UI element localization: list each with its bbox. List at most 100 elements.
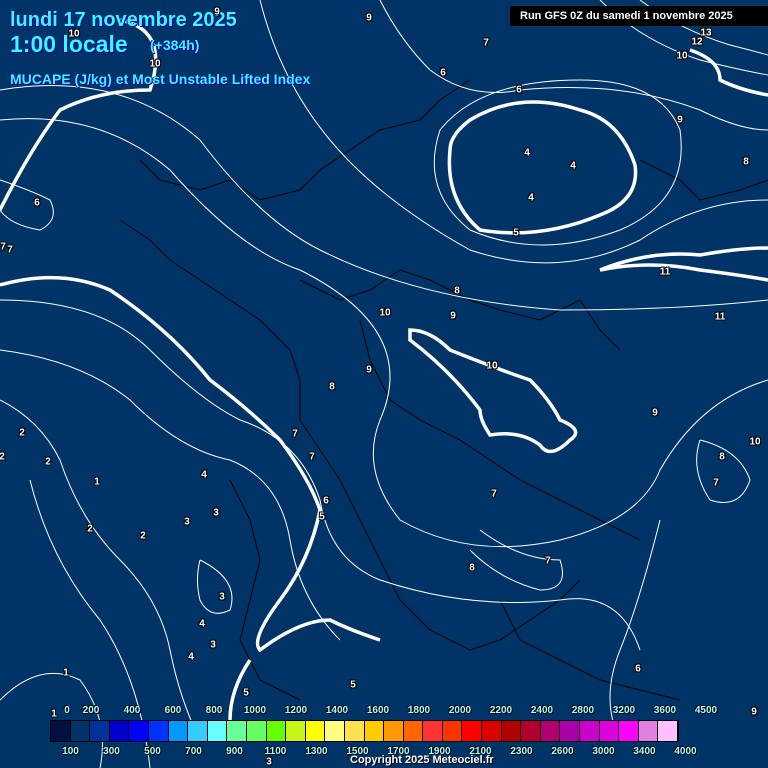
contour-label: 3	[213, 507, 219, 519]
contours-thin	[0, 0, 768, 768]
contour-label: 6	[516, 84, 522, 96]
contour-label: 3	[210, 639, 216, 651]
contour-label: 10	[486, 360, 498, 372]
contour-label: 9	[677, 114, 683, 126]
contour-label: 5	[513, 227, 519, 239]
contour-label: 4	[188, 651, 194, 663]
legend-swatch	[442, 721, 463, 741]
legend-swatch	[129, 721, 149, 741]
legend-label: 1800	[407, 705, 431, 716]
legend-swatch	[266, 721, 287, 741]
legend-label: 2600	[551, 746, 574, 757]
legend-label: 3600	[653, 705, 677, 716]
contour-label: 11	[714, 311, 726, 323]
legend-label: 1100	[264, 746, 287, 757]
contour-label: 8	[743, 156, 749, 168]
contour-label: 1	[94, 476, 100, 488]
weather-map	[0, 0, 768, 768]
legend-swatch	[540, 721, 561, 741]
legend-swatch	[227, 721, 247, 741]
contour-label: 8	[469, 562, 475, 574]
legend-swatch	[521, 721, 541, 741]
legend-swatch	[560, 721, 581, 741]
contour-label: 3	[184, 516, 190, 528]
legend-swatch	[286, 721, 306, 741]
contour-label: 9	[366, 12, 372, 24]
contour-label: 10	[68, 28, 80, 40]
legend-swatch	[51, 721, 71, 741]
legend-label: 1300	[305, 746, 328, 757]
contour-label: 3	[219, 591, 225, 603]
legend-swatch	[246, 721, 267, 741]
contour-label: 8	[719, 451, 725, 463]
run-info: Run GFS 0Z du samedi 1 novembre 2025	[510, 6, 768, 26]
contour-label: 4	[528, 192, 534, 204]
parameter-title: MUCAPE (J/kg) et Most Unstable Lifted In…	[10, 71, 311, 87]
legend-swatch	[619, 721, 639, 741]
legend-label: 1400	[325, 705, 349, 716]
legend-label: 3200	[612, 705, 636, 716]
legend-swatch	[599, 721, 620, 741]
legend-swatch	[384, 721, 404, 741]
legend-swatch	[638, 721, 659, 741]
legend-label: 400	[123, 705, 141, 716]
legend-label: 300	[103, 746, 120, 757]
contour-label: 10	[749, 436, 761, 448]
legend-swatch	[423, 721, 443, 741]
contours-thick	[0, 18, 768, 721]
legend-label: 2000	[448, 705, 472, 716]
legend-label: 200	[82, 705, 100, 716]
legend-swatch	[462, 721, 483, 741]
contour-label: 6	[34, 197, 40, 209]
legend-label: 0	[64, 705, 70, 716]
legend-label: 3400	[633, 746, 656, 757]
contour-label: 2	[0, 451, 5, 463]
legend-label: 4000	[674, 746, 697, 757]
legend-swatch	[344, 721, 365, 741]
contour-label: 8	[454, 285, 460, 297]
legend-label: 2800	[571, 705, 595, 716]
contour-label: 4	[570, 160, 576, 172]
contour-label: 6	[440, 67, 446, 79]
legend-swatch	[90, 721, 110, 741]
contour-label: 7	[545, 555, 551, 567]
contour-label: 3	[266, 756, 272, 768]
contour-label: 2	[45, 456, 51, 468]
contour-label: 5	[350, 679, 356, 691]
contour-label: 5	[243, 687, 249, 699]
legend-swatch	[109, 721, 130, 741]
contour-label: 12	[691, 36, 703, 48]
contour-label: 7	[309, 451, 315, 463]
legend-swatch	[325, 721, 345, 741]
copyright: Copyright 2025 Meteociel.fr	[350, 754, 494, 766]
legend-label: 1600	[366, 705, 390, 716]
legend-label: 1000	[243, 705, 267, 716]
legend-swatch	[168, 721, 189, 741]
legend-swatch	[501, 721, 522, 741]
contour-label: 9	[652, 407, 658, 419]
contour-label: 1	[51, 708, 57, 720]
contour-label: 5	[319, 511, 325, 523]
contour-label: 2	[140, 530, 146, 542]
contour-label: 6	[323, 495, 329, 507]
contour-label: 1	[63, 667, 69, 679]
contour-label: 6	[635, 663, 641, 675]
legend-label: 3000	[592, 746, 615, 757]
legend-label: 2300	[510, 746, 533, 757]
contour-label: 9	[751, 706, 757, 718]
legend-swatch	[658, 721, 678, 741]
legend-swatch	[403, 721, 424, 741]
legend-label: 900	[226, 746, 243, 757]
legend-label: 100	[62, 746, 79, 757]
contour-label: 7	[0, 241, 6, 253]
contour-label: 9	[366, 364, 372, 376]
legend-swatch	[482, 721, 502, 741]
contour-label: 7	[483, 37, 489, 49]
legend-swatch	[70, 721, 91, 741]
contour-label: 2	[19, 427, 25, 439]
legend-swatch	[305, 721, 326, 741]
legend-swatch	[148, 721, 169, 741]
contour-label: 9	[450, 310, 456, 322]
color-legend	[50, 720, 679, 742]
forecast-offset: (+384h)	[150, 37, 200, 53]
